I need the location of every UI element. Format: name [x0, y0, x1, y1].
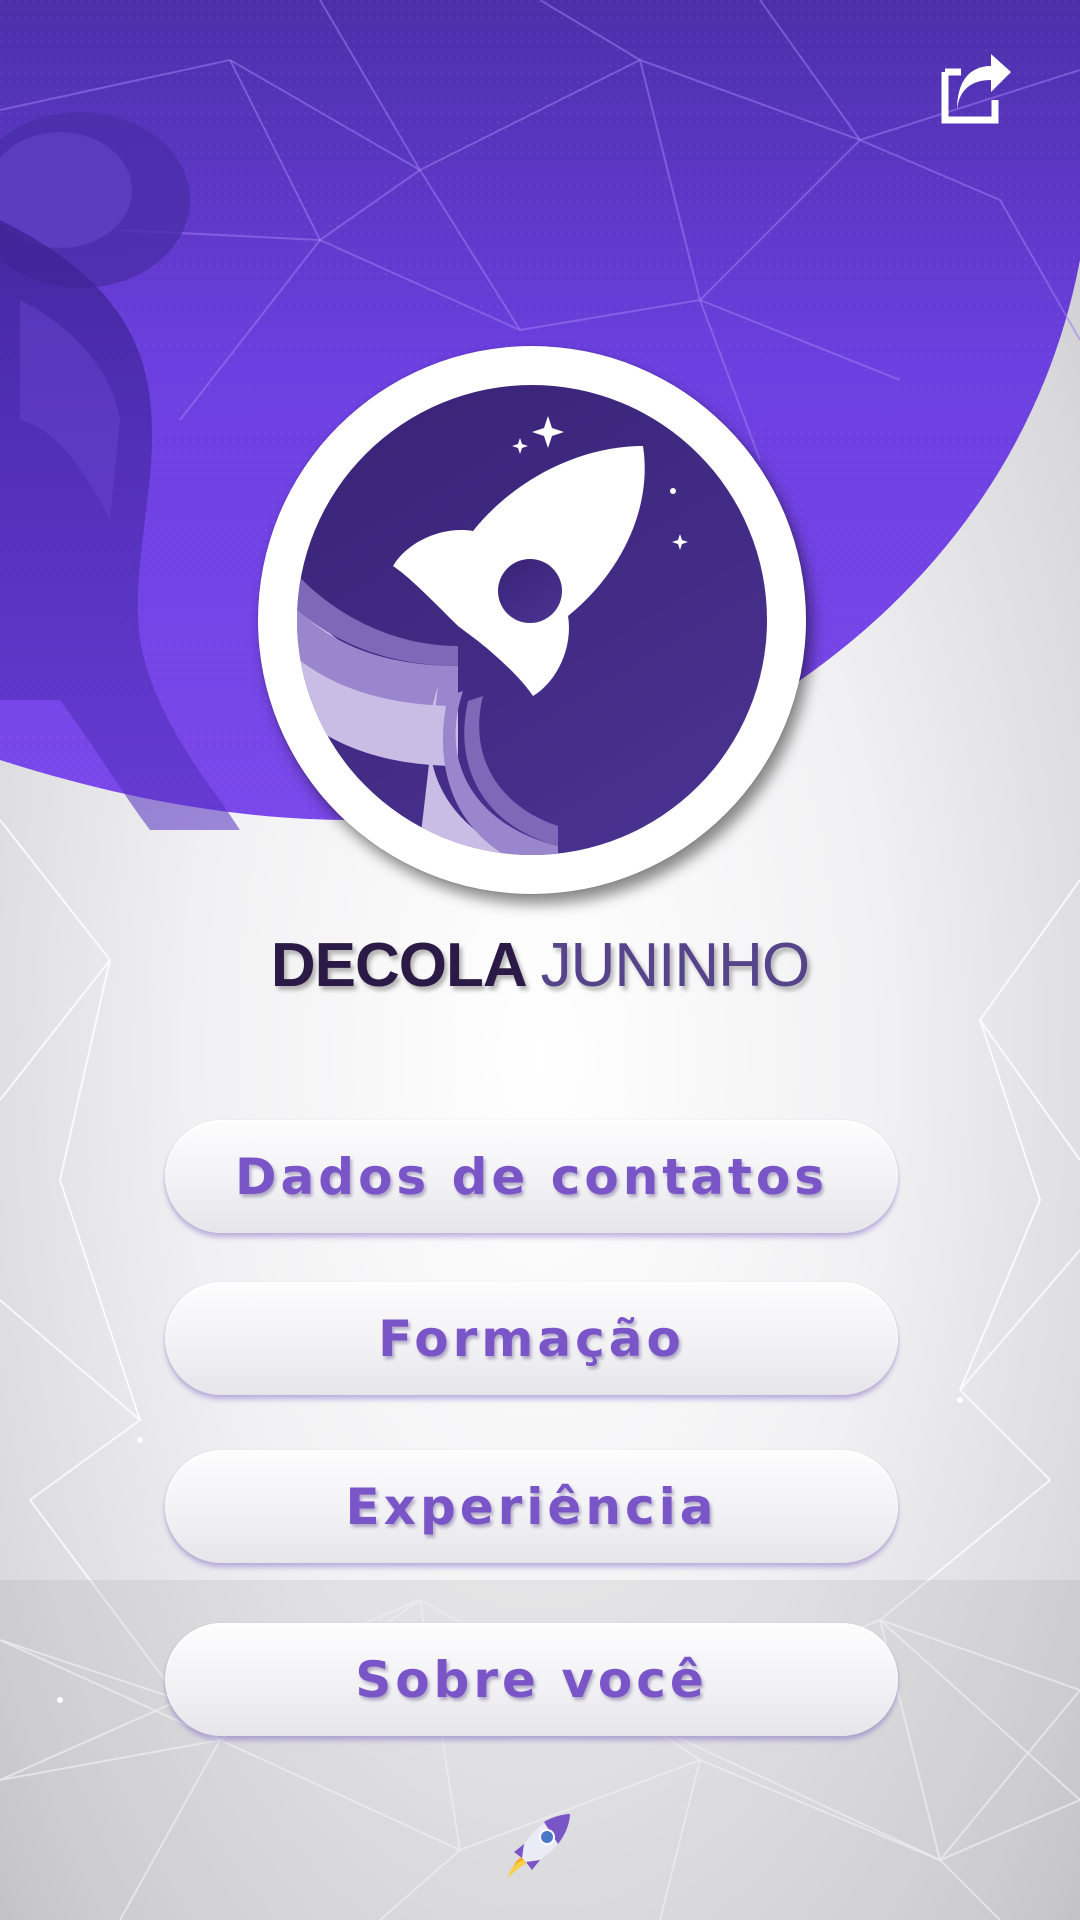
- about-you-button-label: Sobre você: [355, 1650, 708, 1709]
- app-title: DECOLA JUNINHO: [0, 930, 1080, 1001]
- app-title-part2: JUNINHO: [540, 931, 811, 1000]
- app-logo: [258, 346, 806, 894]
- rocket-icon: [297, 385, 767, 855]
- app-title-part1: DECOLA: [270, 931, 525, 1000]
- formation-button-label: Formação: [378, 1309, 685, 1368]
- about-you-button[interactable]: Sobre você: [165, 1623, 898, 1736]
- experience-button[interactable]: Experiência: [165, 1450, 898, 1563]
- share-icon: [941, 54, 1011, 124]
- experience-button-label: Experiência: [345, 1477, 718, 1536]
- contacts-button[interactable]: Dados de contatos: [165, 1120, 898, 1233]
- footer-rocket-icon: [508, 1814, 570, 1878]
- app-screen: DECOLA JUNINHO Dados de contatos Formaçã…: [0, 0, 1080, 1920]
- share-button[interactable]: [935, 50, 1015, 130]
- formation-button[interactable]: Formação: [165, 1282, 898, 1395]
- contacts-button-label: Dados de contatos: [235, 1147, 828, 1206]
